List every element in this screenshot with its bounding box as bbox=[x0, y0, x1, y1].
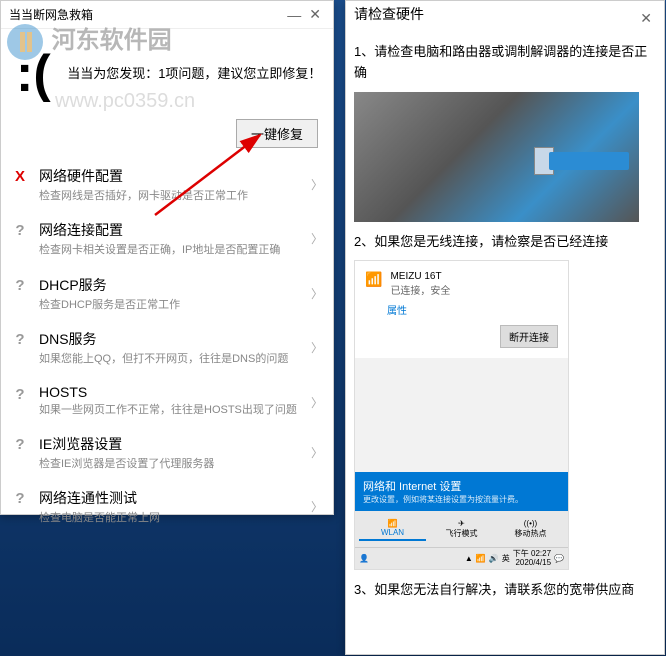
status-icon: ? bbox=[11, 386, 29, 403]
network-settings-link[interactable]: 网络和 Internet 设置 更改设置，例如将某连接设置为按流量计费。 bbox=[355, 472, 568, 511]
check-desc: 检查电脑是否能正常上网 bbox=[39, 511, 301, 526]
check-item[interactable]: ? DHCP服务检查DHCP服务是否正常工作〉 bbox=[11, 267, 323, 321]
tray-icon: ▲ bbox=[465, 554, 473, 563]
tray-sound-icon: 🔊 bbox=[489, 554, 499, 563]
help-panel: 请检查硬件 ✕ 1、请检查电脑和路由器或调制解调器的连接是否正确 2、如果您是无… bbox=[345, 0, 665, 655]
help-title: 请检查硬件 bbox=[354, 4, 424, 24]
tray-wifi-icon: 📶 bbox=[476, 554, 486, 563]
check-item[interactable]: ? 网络连接配置检查网卡相关设置是否正确，IP地址是否配置正确〉 bbox=[11, 212, 323, 266]
tab-hotspot[interactable]: ((•))移动热点 bbox=[497, 517, 564, 541]
status-icon: X bbox=[11, 168, 29, 185]
one-click-fix-button[interactable]: 一键修复 bbox=[236, 119, 318, 148]
check-item[interactable]: X 网络硬件配置检查网线是否插好，网卡驱动是否正常工作〉 bbox=[11, 158, 323, 212]
check-title: DNS服务 bbox=[39, 329, 301, 349]
window-title: 当当断网急救箱 bbox=[9, 6, 93, 23]
status-icon: ? bbox=[11, 436, 29, 453]
system-tray: 👤 ▲ 📶 🔊 英 下午 02:27 2020/4/15 💬 bbox=[355, 547, 568, 570]
step-1: 1、请检查电脑和路由器或调制解调器的连接是否正确 bbox=[354, 42, 656, 84]
diagnostic-list: X网络硬件配置检查网线是否插好，网卡驱动是否正常工作〉?网络连接配置检查网卡相关… bbox=[1, 158, 333, 535]
check-item[interactable]: ? IE浏览器设置检查IE浏览器是否设置了代理服务器〉 bbox=[11, 426, 323, 480]
chevron-right-icon: 〉 bbox=[311, 176, 323, 193]
check-title: 网络连通性测试 bbox=[39, 488, 301, 508]
check-desc: 检查网线是否插好，网卡驱动是否正常工作 bbox=[39, 189, 301, 204]
minimize-button[interactable]: — bbox=[283, 7, 305, 23]
status-icon: ? bbox=[11, 277, 29, 294]
chevron-right-icon: 〉 bbox=[311, 285, 323, 302]
status-icon: ? bbox=[11, 331, 29, 348]
check-title: DHCP服务 bbox=[39, 275, 301, 295]
tray-notifications-icon: 💬 bbox=[554, 554, 564, 563]
check-title: 网络连接配置 bbox=[39, 220, 301, 240]
tray-date: 2020/4/15 bbox=[513, 559, 551, 568]
tray-ime-icon: 英 bbox=[502, 553, 510, 564]
step-2: 2、如果您是无线连接，请检察是否已经连接 bbox=[354, 232, 656, 253]
wifi-status: 已连接，安全 bbox=[390, 282, 450, 297]
check-desc: 如果一些网页工作不正常，往往是HOSTS出现了问题 bbox=[39, 403, 301, 418]
check-item[interactable]: ? 网络连通性测试检查电脑是否能正常上网〉 bbox=[11, 480, 323, 534]
tray-people-icon: 👤 bbox=[359, 554, 369, 563]
ethernet-photo bbox=[354, 92, 639, 222]
chevron-right-icon: 〉 bbox=[311, 394, 323, 411]
network-tabs: 📶WLAN ✈飞行模式 ((•))移动热点 bbox=[355, 511, 568, 547]
wifi-ssid: MEIZU 16T bbox=[390, 271, 450, 282]
check-desc: 如果您能上QQ，但打不开网页，往往是DNS的问题 bbox=[39, 352, 301, 367]
wifi-icon: 📶 bbox=[365, 271, 382, 288]
check-title: HOSTS bbox=[39, 384, 301, 400]
check-item[interactable]: ? DNS服务如果您能上QQ，但打不开网页，往往是DNS的问题〉 bbox=[11, 321, 323, 375]
chevron-right-icon: 〉 bbox=[311, 339, 323, 356]
summary-text: 当当为您发现：1项问题，建议您立即修复！ bbox=[66, 64, 323, 85]
check-item[interactable]: ? HOSTS 如果一些网页工作不正常，往往是HOSTS出现了问题〉 bbox=[11, 376, 323, 426]
step-3: 3、如果您无法自行解决，请联系您的宽带供应商 bbox=[354, 580, 656, 601]
chevron-right-icon: 〉 bbox=[311, 498, 323, 515]
diagnostic-window: 当当断网急救箱 — ✕ :( 当当为您发现：1项问题，建议您立即修复！ 一键修复… bbox=[0, 0, 334, 515]
check-desc: 检查网卡相关设置是否正确，IP地址是否配置正确 bbox=[39, 243, 301, 258]
close-icon[interactable]: ✕ bbox=[305, 6, 325, 23]
check-title: 网络硬件配置 bbox=[39, 166, 301, 186]
wifi-panel-screenshot: 📶 MEIZU 16T 已连接，安全 属性 断开连接 网络和 Internet … bbox=[354, 260, 569, 570]
tab-wlan[interactable]: 📶WLAN bbox=[359, 517, 426, 541]
titlebar: 当当断网急救箱 — ✕ bbox=[1, 1, 333, 29]
wifi-properties-link[interactable]: 属性 bbox=[387, 302, 558, 317]
chevron-right-icon: 〉 bbox=[311, 444, 323, 461]
close-help-icon[interactable]: ✕ bbox=[636, 10, 656, 27]
status-icon: ? bbox=[11, 490, 29, 507]
sad-face-icon: :( bbox=[16, 44, 51, 104]
status-icon: ? bbox=[11, 222, 29, 239]
wifi-disconnect-button[interactable]: 断开连接 bbox=[500, 325, 558, 348]
check-desc: 检查IE浏览器是否设置了代理服务器 bbox=[39, 457, 301, 472]
check-desc: 检查DHCP服务是否正常工作 bbox=[39, 298, 301, 313]
check-title: IE浏览器设置 bbox=[39, 434, 301, 454]
tab-airplane[interactable]: ✈飞行模式 bbox=[428, 517, 495, 541]
chevron-right-icon: 〉 bbox=[311, 230, 323, 247]
